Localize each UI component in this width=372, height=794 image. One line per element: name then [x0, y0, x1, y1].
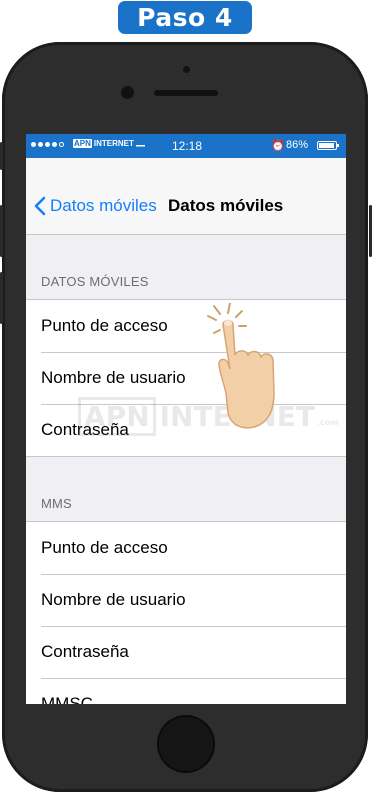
mute-switch — [0, 142, 3, 170]
row-label: MMSC — [41, 694, 93, 704]
row-label: Nombre de usuario — [41, 368, 186, 387]
row-mmsc[interactable]: MMSC — [26, 678, 346, 704]
row-label: Contraseña — [41, 642, 129, 661]
row-label: Nombre de usuario — [41, 590, 186, 609]
row-punto-de-acceso[interactable]: Punto de acceso — [26, 300, 346, 352]
back-button-label: Datos móviles — [50, 196, 157, 215]
alarm-clock-icon: ⏰ — [271, 140, 285, 152]
page-title: Datos móviles — [168, 196, 284, 215]
row-mms-contrasena[interactable]: Contraseña — [26, 626, 346, 678]
volume-down-button — [0, 272, 3, 324]
section-header-mms: MMS — [41, 496, 72, 511]
chevron-left-icon — [34, 196, 46, 216]
back-button[interactable]: Datos móviles — [34, 196, 157, 216]
battery-percent: 86% — [286, 139, 309, 151]
row-label: Punto de acceso — [41, 316, 168, 335]
row-mms-punto-de-acceso[interactable]: Punto de acceso — [26, 522, 346, 574]
signal-strength-icon — [31, 142, 64, 147]
navigation-bar: Datos móviles Datos móviles — [26, 158, 346, 235]
section-header-datos-moviles: DATOS MÓVILES — [41, 274, 149, 289]
carrier-name: APN INTERNET — [73, 139, 145, 148]
carrier-apn: APN — [73, 139, 92, 148]
carrier-label: INTERNET — [93, 139, 134, 148]
row-label: Punto de acceso — [41, 538, 168, 557]
step-badge: Paso 4 — [118, 1, 252, 34]
proximity-sensor — [183, 66, 190, 73]
status-time: 12:18 — [172, 139, 203, 153]
mms-group: Punto de acceso Nombre de usuario Contra… — [26, 521, 346, 704]
volume-up-button — [0, 205, 3, 257]
row-mms-nombre-de-usuario[interactable]: Nombre de usuario — [26, 574, 346, 626]
battery-icon — [317, 141, 339, 150]
home-button[interactable] — [157, 715, 215, 773]
phone-screen: APN INTERNET 12:18 ⏰ 86% Datos móviles D… — [26, 134, 346, 704]
wifi-icon — [135, 145, 145, 147]
tap-hand-icon — [207, 303, 275, 429]
status-bar: APN INTERNET 12:18 ⏰ 86% — [26, 134, 346, 158]
front-camera — [121, 86, 134, 99]
earpiece-speaker — [154, 90, 218, 96]
